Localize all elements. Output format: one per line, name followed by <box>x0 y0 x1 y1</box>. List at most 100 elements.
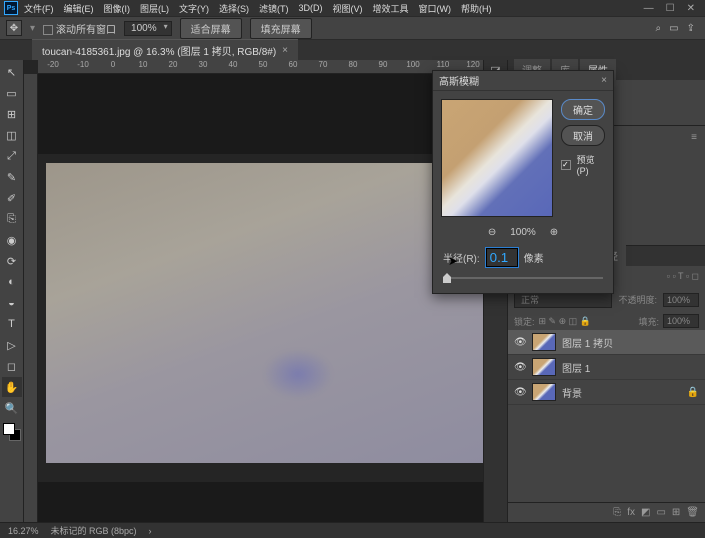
status-bar: 16.27% 未标记的 RGB (8bpc) › <box>0 522 705 538</box>
preview-zoom-value: 100% <box>510 227 536 238</box>
color-swatch[interactable] <box>3 423 21 441</box>
layer-thumb <box>532 333 556 351</box>
close-window-icon[interactable]: ✕ <box>687 3 695 14</box>
menu-filter[interactable]: 滤镜(T) <box>255 2 293 15</box>
lock-icons-group[interactable]: ⊞ ✎ ⊕ ◫ 🔒 <box>539 316 591 327</box>
pen-tool[interactable]: ◒ <box>2 293 22 313</box>
move-tool[interactable]: ↖ <box>2 62 22 82</box>
minimize-icon[interactable]: — <box>644 3 654 14</box>
new-layer-icon[interactable]: ⊞ <box>672 507 680 518</box>
hand-tool[interactable]: ✋ <box>2 377 22 397</box>
stamp-tool[interactable]: ⎘ <box>2 209 22 229</box>
layer-row[interactable]: 👁 图层 1 拷贝 <box>508 330 705 355</box>
zoom-in-icon[interactable]: ⊕ <box>550 227 558 238</box>
document-tab-row: toucan-4185361.jpg @ 16.3% (图层 1 拷贝, RGB… <box>0 40 705 60</box>
menu-file[interactable]: 文件(F) <box>20 2 58 15</box>
zoom-tool[interactable]: 🔍 <box>2 398 22 418</box>
layer-thumb <box>532 358 556 376</box>
visibility-icon[interactable]: 👁 <box>514 337 526 348</box>
opacity-input[interactable]: 100% <box>663 293 699 307</box>
hand-tool-icon[interactable]: ✥ <box>6 20 22 36</box>
menu-edit[interactable]: 编辑(E) <box>60 2 98 15</box>
fill-input[interactable]: 100% <box>663 314 699 328</box>
menu-plugins[interactable]: 增效工具 <box>369 2 413 15</box>
panel-collapse-icon[interactable]: ≡ <box>691 132 697 143</box>
lock-icon: 🔒 <box>687 387 699 398</box>
zoom-out-icon[interactable]: ⊖ <box>488 227 496 238</box>
search-icon[interactable]: ⌕ <box>656 23 662 34</box>
menu-type[interactable]: 文字(Y) <box>175 2 213 15</box>
lock-label: 锁定: <box>514 315 535 328</box>
menu-bar: Ps 文件(F) 编辑(E) 图像(I) 图层(L) 文字(Y) 选择(S) 滤… <box>0 0 705 16</box>
menu-help[interactable]: 帮助(H) <box>457 2 496 15</box>
slider-handle[interactable] <box>443 273 451 283</box>
type-tool[interactable]: T <box>2 314 22 334</box>
status-info: 未标记的 RGB (8bpc) <box>51 524 137 537</box>
menu-select[interactable]: 选择(S) <box>215 2 253 15</box>
shape-tool[interactable]: ◻ <box>2 356 22 376</box>
radius-input[interactable] <box>486 248 518 267</box>
menu-view[interactable]: 视图(V) <box>329 2 367 15</box>
layer-row[interactable]: 👁 背景 🔒 <box>508 380 705 405</box>
layer-name[interactable]: 图层 1 <box>562 360 590 375</box>
path-tool[interactable]: ▷ <box>2 335 22 355</box>
share-icon[interactable]: ⇪ <box>687 23 695 34</box>
close-tab-icon[interactable]: × <box>282 45 288 56</box>
radius-slider[interactable] <box>443 277 603 279</box>
dialog-title-text: 高斯模糊 <box>439 73 479 88</box>
window-controls: — ☐ ✕ <box>644 3 701 14</box>
dialog-titlebar[interactable]: 高斯模糊 × <box>433 71 613 91</box>
brush-tool[interactable]: ✐ <box>2 188 22 208</box>
preview-checkbox[interactable]: 预览(P) <box>561 153 605 176</box>
visibility-icon[interactable]: 👁 <box>514 362 526 373</box>
menu-layer[interactable]: 图层(L) <box>136 2 173 15</box>
ps-logo: Ps <box>4 1 18 15</box>
mask-icon[interactable]: ◩ <box>641 507 650 518</box>
dialog-close-icon[interactable]: × <box>601 75 607 86</box>
frame-tool[interactable]: ⤢ <box>2 146 22 166</box>
fit-screen-button[interactable]: 适合屏幕 <box>180 18 242 39</box>
workspace-icon[interactable]: ▭ <box>669 23 678 34</box>
fill-screen-button[interactable]: 填充屏幕 <box>250 18 312 39</box>
foreground-color[interactable] <box>3 423 15 435</box>
status-zoom[interactable]: 16.27% <box>8 526 39 536</box>
document-title: toucan-4185361.jpg @ 16.3% (图层 1 拷贝, RGB… <box>42 43 276 58</box>
gradient-tool[interactable]: ◉ <box>2 230 22 250</box>
menu-3d[interactable]: 3D(D) <box>295 3 327 13</box>
radius-unit: 像素 <box>524 250 544 265</box>
dodge-tool[interactable]: ⟳ <box>2 251 22 271</box>
cancel-button[interactable]: 取消 <box>561 125 605 146</box>
eyedropper-tool[interactable]: ✎ <box>2 167 22 187</box>
ok-button[interactable]: 确定 <box>561 99 605 120</box>
trash-icon[interactable]: 🗑 <box>686 507 699 518</box>
group-icon[interactable]: ▭ <box>656 507 665 518</box>
zoom-dropdown[interactable]: 100% <box>124 21 172 36</box>
lasso-tool[interactable]: ⊞ <box>2 104 22 124</box>
scroll-all-windows[interactable]: 滚动所有窗口 <box>43 21 116 36</box>
opacity-label: 不透明度: <box>618 293 657 306</box>
layer-thumb <box>532 383 556 401</box>
layer-name[interactable]: 图层 1 拷贝 <box>562 335 613 350</box>
gaussian-blur-dialog: 高斯模糊 × 确定 取消 预览(P) ⊖ 100% ⊕ 半径(R): 像素 <box>432 70 614 294</box>
status-chevron-icon[interactable]: › <box>149 526 152 536</box>
link-icon[interactable]: ⎘ <box>613 507 621 518</box>
menu-image[interactable]: 图像(I) <box>100 2 135 15</box>
toolbox: ↖ ▭ ⊞ ◫ ⤢ ✎ ✐ ⎘ ◉ ⟳ ◐ ◒ T ▷ ◻ ✋ 🔍 <box>0 60 24 522</box>
marquee-tool[interactable]: ▭ <box>2 83 22 103</box>
fill-label: 填充: <box>638 315 659 328</box>
filter-icons[interactable]: ▫ ▫ T ▫ ◻ <box>667 271 699 282</box>
blur-preview[interactable] <box>441 99 553 217</box>
layer-row[interactable]: 👁 图层 1 <box>508 355 705 380</box>
options-bar: ✥ ▾ 滚动所有窗口 100% 适合屏幕 填充屏幕 ⌕ ▭ ⇪ <box>0 16 705 40</box>
maximize-icon[interactable]: ☐ <box>666 3 675 14</box>
crop-tool[interactable]: ◫ <box>2 125 22 145</box>
menu-window[interactable]: 窗口(W) <box>415 2 456 15</box>
ruler-vertical <box>24 74 38 522</box>
layer-name[interactable]: 背景 <box>562 385 582 400</box>
visibility-icon[interactable]: 👁 <box>514 387 526 398</box>
document-tab[interactable]: toucan-4185361.jpg @ 16.3% (图层 1 拷贝, RGB… <box>32 39 298 61</box>
fx-icon[interactable]: fx <box>627 507 635 518</box>
blur-tool[interactable]: ◐ <box>2 272 22 292</box>
layers-footer: ⎘ fx ◩ ▭ ⊞ 🗑 <box>508 502 705 522</box>
radius-label: 半径(R): <box>443 250 480 265</box>
